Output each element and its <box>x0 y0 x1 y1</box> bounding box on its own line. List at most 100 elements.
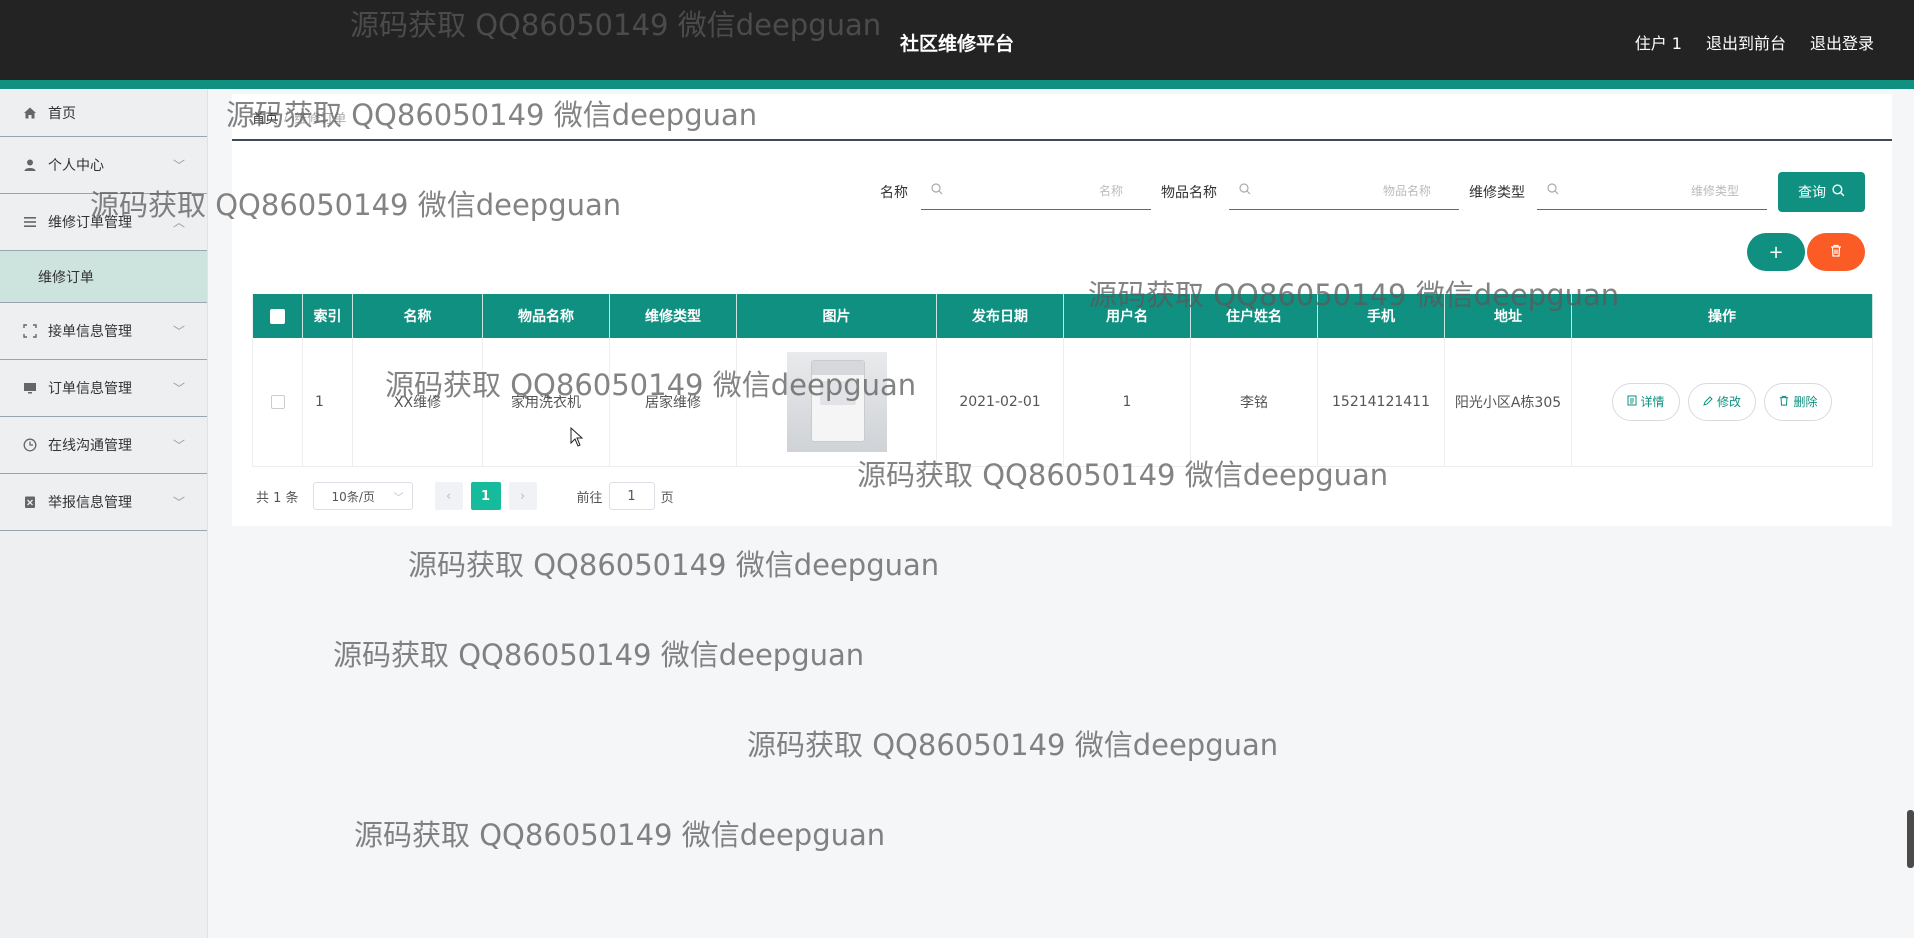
cell-type: 居家维修 <box>609 338 737 467</box>
watermark-text: 源码获取 QQ86050149 微信deepguan <box>408 548 940 582</box>
search-icon <box>1832 183 1845 201</box>
column-header: 用户名 <box>1063 294 1191 338</box>
search-icon <box>1547 182 1559 199</box>
app-title: 社区维修平台 <box>899 33 1014 55</box>
column-header: 索引 <box>302 294 353 338</box>
type-search-input[interactable] <box>1559 183 1739 198</box>
list-icon <box>22 214 38 230</box>
trash-icon <box>1830 244 1842 261</box>
plus-icon: + <box>1768 241 1784 263</box>
chevron-up-icon: ︿ <box>172 215 185 230</box>
chevron-down-icon: ﹀ <box>172 158 185 173</box>
logout-link[interactable]: 退出登录 <box>1810 30 1874 54</box>
user-name-link[interactable]: 住户 1 <box>1635 30 1682 54</box>
chevron-down-icon: ﹀ <box>172 324 185 339</box>
detail-button[interactable]: 详情 <box>1611 382 1680 421</box>
sidebar-item-label: 个人中心 <box>48 158 104 174</box>
cell-username: 1 <box>1063 338 1191 467</box>
repair-order-table: 索引 名称 物品名称 维修类型 图片 发布日期 用户名 住户姓名 手机 地址 操… <box>252 294 1873 467</box>
goto-suffix: 页 <box>660 490 674 506</box>
cell-date: 2021-02-01 <box>936 338 1064 467</box>
sidebar-item-reports[interactable]: 举报信息管理 ﹀ <box>0 474 207 531</box>
page-size-select[interactable]: 10条/页 ﹀ <box>312 482 413 510</box>
washer-graphic <box>810 359 865 442</box>
current-page-button[interactable]: 1 <box>470 482 501 510</box>
edit-button-label: 修改 <box>1716 395 1741 410</box>
sidebar-item-order-info[interactable]: 订单信息管理 ﹀ <box>0 360 207 417</box>
cell-image <box>736 338 937 467</box>
chevron-right-icon: › <box>519 488 526 504</box>
table-row: 1 XX维修 家用洗衣机 居家维修 2021-02-01 1 李铭 152141… <box>252 338 1873 467</box>
cell-name: XX维修 <box>352 338 483 467</box>
home-icon <box>22 105 38 121</box>
breadcrumb: 首页 / 维修订单 <box>252 108 346 127</box>
sidebar-item-repair-orders[interactable]: 维修订单管理 ︿ <box>0 194 207 251</box>
chevron-left-icon: ‹ <box>445 488 452 504</box>
detail-button-label: 详情 <box>1640 395 1665 410</box>
item-search-input[interactable] <box>1251 183 1431 198</box>
query-button[interactable]: 查询 <box>1778 172 1865 212</box>
column-header: 维修类型 <box>609 294 737 338</box>
report-icon <box>22 494 38 510</box>
name-search-label: 名称 <box>880 185 908 201</box>
type-search-field[interactable] <box>1537 172 1767 210</box>
select-all-checkbox[interactable] <box>270 308 285 324</box>
sidebar-item-label: 接单信息管理 <box>48 324 132 340</box>
breadcrumb-home[interactable]: 首页 <box>252 108 278 127</box>
goto-page-input[interactable]: 1 <box>608 482 655 510</box>
pencil-icon <box>1703 395 1713 409</box>
sidebar-item-profile[interactable]: 个人中心 ﹀ <box>0 137 207 194</box>
page-size-value: 10条/页 <box>331 489 375 504</box>
chevron-down-icon: ﹀ <box>172 438 185 453</box>
top-header: 社区维修平台 住户 1 退出到前台 退出登录 <box>0 0 1914 80</box>
breadcrumb-separator-icon: / <box>284 110 289 125</box>
header-links: 住户 1 退出到前台 退出登录 <box>1635 30 1874 54</box>
cell-phone: 15214121411 <box>1317 338 1445 467</box>
scrollbar-handle[interactable] <box>1907 810 1914 868</box>
edit-button[interactable]: 修改 <box>1687 382 1756 421</box>
sidebar-item-label: 维修订单管理 <box>48 215 132 231</box>
next-page-button[interactable]: › <box>508 482 537 510</box>
add-button[interactable]: + <box>1747 233 1805 271</box>
type-search-label: 维修类型 <box>1469 185 1525 201</box>
query-button-label: 查询 <box>1798 185 1826 201</box>
cell-index: 1 <box>302 338 353 467</box>
mouse-cursor-icon <box>570 427 584 447</box>
breadcrumb-current: 维修订单 <box>294 112 347 127</box>
exit-to-front-link[interactable]: 退出到前台 <box>1706 30 1786 54</box>
sidebar-item-label: 订单信息管理 <box>48 381 132 397</box>
column-header: 住户姓名 <box>1190 294 1318 338</box>
sidebar: 首页 个人中心 ﹀ 维修订单管理 ︿ 维修订单 接单信息管理 ﹀ 订单信息管理 … <box>0 89 208 938</box>
monitor-icon <box>22 380 38 396</box>
search-icon <box>1239 182 1251 199</box>
column-header: 图片 <box>736 294 937 338</box>
row-checkbox[interactable] <box>270 394 285 409</box>
watermark-text: 源码获取 QQ86050149 微信deepguan <box>354 818 886 852</box>
washing-machine-image[interactable] <box>786 351 887 452</box>
sidebar-item-label: 举报信息管理 <box>48 495 132 511</box>
chevron-down-icon: ﹀ <box>393 492 404 504</box>
sidebar-item-home[interactable]: 首页 <box>0 89 207 137</box>
prev-page-button[interactable]: ‹ <box>434 482 463 510</box>
item-search-field[interactable] <box>1229 172 1459 210</box>
sidebar-subitem-repair-order[interactable]: 维修订单 <box>0 251 207 303</box>
name-search-input[interactable] <box>943 183 1123 198</box>
sidebar-item-accept-orders[interactable]: 接单信息管理 ﹀ <box>0 303 207 360</box>
cell-resident: 李铭 <box>1190 338 1318 467</box>
item-search-label: 物品名称 <box>1161 185 1217 201</box>
goto-prefix: 前往 <box>576 490 603 506</box>
name-search-field[interactable] <box>921 172 1151 210</box>
select-all-header[interactable] <box>252 294 303 338</box>
column-header: 操作 <box>1571 294 1873 338</box>
watermark-text: 源码获取 QQ86050149 微信deepguan <box>333 638 865 672</box>
sidebar-item-online-chat[interactable]: 在线沟通管理 ﹀ <box>0 417 207 474</box>
search-icon <box>931 182 943 199</box>
cell-item: 家用洗衣机 <box>482 338 610 467</box>
batch-delete-button[interactable] <box>1807 233 1865 271</box>
column-header: 发布日期 <box>936 294 1064 338</box>
document-icon <box>1627 395 1637 409</box>
watermark-text: 源码获取 QQ86050149 微信deepguan <box>747 728 1279 762</box>
row-select-cell[interactable] <box>252 338 303 467</box>
delete-button[interactable]: 删除 <box>1764 382 1833 421</box>
clock-icon <box>22 437 38 453</box>
